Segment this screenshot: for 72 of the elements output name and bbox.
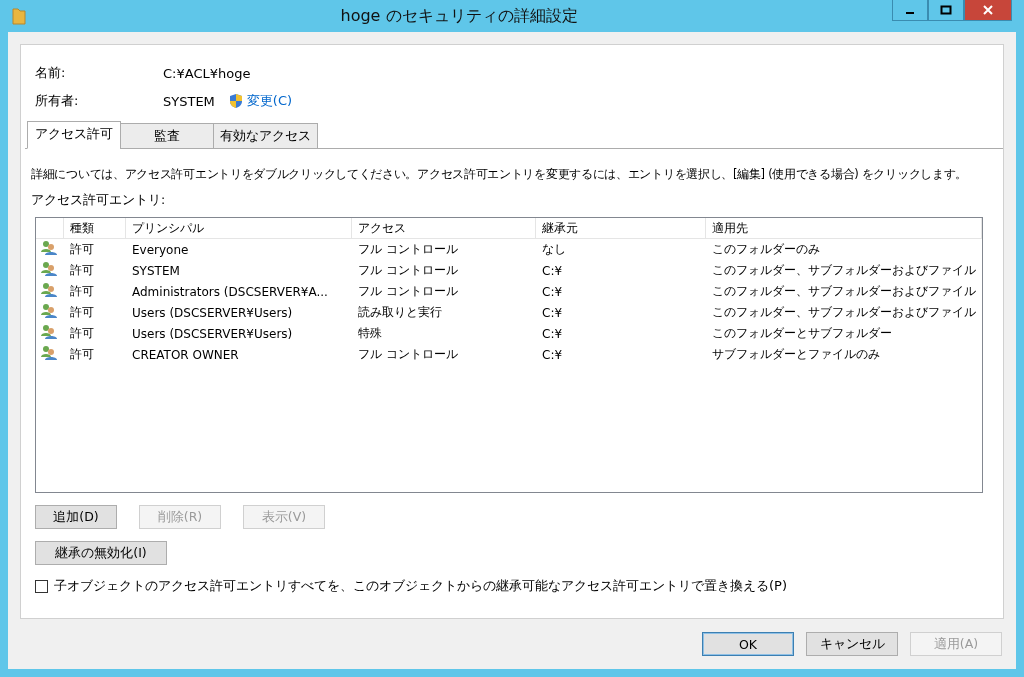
tab[interactable]: アクセス許可 — [27, 121, 121, 149]
table-cell-text: 読み取りと実行 — [357, 304, 443, 321]
table-cell-text: このフォルダーのみ — [711, 241, 821, 258]
permission-row[interactable]: 許可 CREATOR OWNER フル コントロール C:¥ サブフォルダーとファイルのみ — [36, 344, 982, 365]
table-cell-text: なし — [541, 241, 567, 258]
table-cell-text: C:¥ — [541, 263, 564, 278]
table-cell-text: SYSTEM — [131, 263, 181, 278]
table-cell-text: Users (DSCSERVER¥Users) — [131, 326, 294, 341]
table-cell-text: フル コントロール — [357, 346, 459, 363]
column-header[interactable]: 継承元 — [536, 218, 706, 238]
checkbox[interactable] — [35, 579, 48, 593]
column-header[interactable]: プリンシパル — [126, 218, 352, 238]
table-cell-text: フル コントロール — [357, 283, 459, 300]
table-cell-text: サブフォルダーとファイルのみ — [711, 346, 881, 363]
minimize-button[interactable] — [892, 0, 928, 21]
column-header[interactable]: アクセス — [352, 218, 536, 238]
table-cell-text: 特殊 — [357, 325, 383, 342]
table-cell-text: 許可 — [69, 241, 95, 258]
table-cell-text: このフォルダーとサブフォルダー — [711, 325, 893, 342]
table-cell-text: C:¥ — [541, 305, 564, 320]
entry-button[interactable]: 追加(D) — [35, 505, 117, 529]
table-cell-text: C:¥ — [541, 284, 564, 299]
shield-icon — [228, 93, 243, 109]
table-cell-text: 許可 — [69, 346, 95, 363]
dialog-button[interactable]: OK — [702, 632, 794, 656]
permission-row[interactable]: 許可 Administrators (DSCSERVER¥A... フル コントロール C:¥ このフォルダー、サブフォルダーおよびファイル — [36, 281, 982, 302]
checkbox-label: 子オブジェクトのアクセス許可エントリすべてを、このオブジェクトからの継承可能なアクセス許可エントリで置き換える(P) — [54, 577, 787, 595]
table-cell-text: Everyone — [131, 242, 190, 257]
maximize-button[interactable] — [928, 0, 964, 21]
table-cell-text: このフォルダー、サブフォルダーおよびファイル — [711, 283, 977, 300]
window-title: hoge のセキュリティの詳細設定 — [339, 5, 579, 27]
users-icon — [40, 240, 58, 256]
column-header[interactable]: 種類 — [64, 218, 126, 238]
maximize-icon — [940, 5, 952, 15]
users-icon — [40, 324, 58, 340]
change-owner-link[interactable]: 変更(C) — [246, 92, 293, 110]
minimize-icon — [906, 12, 914, 14]
table-cell-text: C:¥ — [541, 347, 564, 362]
table-cell-text: フル コントロール — [357, 262, 459, 279]
close-icon — [983, 5, 993, 15]
table-cell-text: このフォルダー、サブフォルダーおよびファイル — [711, 262, 977, 279]
table-cell-text: 許可 — [69, 325, 95, 342]
permission-row[interactable]: 許可 Everyone フル コントロール なし このフォルダーのみ — [36, 239, 982, 260]
description-text: 詳細については、アクセス許可エントリをダブルクリックしてください。アクセス許可エントリを変更するには、エントリを選択し、[編集] (使用できる場合) をクリックします。 — [31, 167, 969, 182]
list-label: アクセス許可エントリ: — [31, 192, 167, 209]
name-label: 名前: — [35, 64, 67, 82]
dialog-button[interactable]: キャンセル — [806, 632, 898, 656]
table-cell-text: 許可 — [69, 304, 95, 321]
users-icon — [40, 345, 58, 361]
tab[interactable]: 監査 — [120, 123, 214, 149]
table-cell-text: C:¥ — [541, 326, 564, 341]
table-cell-text: 許可 — [69, 262, 95, 279]
table-cell-text: Administrators (DSCSERVER¥A... — [131, 284, 329, 299]
owner-value: SYSTEM — [163, 93, 215, 109]
permission-row[interactable]: 許可 Users (DSCSERVER¥Users) 特殊 C:¥ このフォルダーとサブフォルダー — [36, 323, 982, 344]
tab[interactable]: 有効なアクセス — [213, 123, 318, 149]
table-cell-text: 許可 — [69, 283, 95, 300]
column-header[interactable]: 適用先 — [706, 218, 982, 238]
table-cell-text: フル コントロール — [357, 241, 459, 258]
table-cell-text: このフォルダー、サブフォルダーおよびファイル — [711, 304, 977, 321]
table-cell-text: CREATOR OWNER — [131, 347, 240, 362]
folder-icon — [12, 7, 26, 25]
owner-label: 所有者: — [35, 92, 80, 110]
close-button[interactable] — [964, 0, 1012, 21]
users-icon — [40, 303, 58, 319]
name-value: C:¥ACL¥hoge — [163, 65, 251, 81]
users-icon — [40, 261, 58, 277]
users-icon — [40, 282, 58, 298]
permission-row[interactable]: 許可 SYSTEM フル コントロール C:¥ このフォルダー、サブフォルダーおよびファイル — [36, 260, 982, 281]
disable-inheritance-button[interactable]: 継承の無効化(I) — [35, 541, 167, 565]
permission-row[interactable]: 許可 Users (DSCSERVER¥Users) 読み取りと実行 C:¥ このフォルダー、サブフォルダーおよびファイル — [36, 302, 982, 323]
table-cell-text: Users (DSCSERVER¥Users) — [131, 305, 294, 320]
